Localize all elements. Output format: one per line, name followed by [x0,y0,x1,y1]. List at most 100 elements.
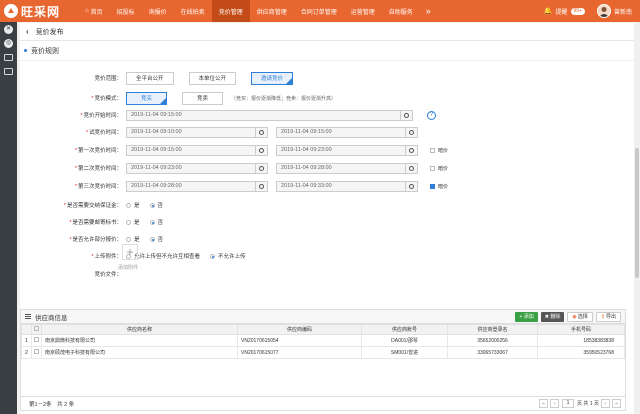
nav-more-button[interactable]: » [420,0,437,22]
scope-option-platform[interactable]: 全平台公开 [126,71,174,85]
mode-label: *竞价模式： [91,96,122,102]
round2-row: *第二次竞价时间： 2019-11-04 09:23:00 2019-11-04… [20,161,620,175]
plus-icon: + [126,245,134,259]
clock-icon[interactable] [405,181,417,191]
page-header: ‹ 竞价发布 [20,23,634,41]
bid-rule-form: 竞价范围： 全平台公开 本单位公开 邀请竞价 *竞价模式： 竞买 竞卖 （竞买：… [20,61,634,311]
clock-icon[interactable] [400,110,412,120]
rail-settings-icon[interactable]: ◎ [0,36,17,50]
round1-label: *第一次竞价时间： [74,148,122,154]
supplier-login: 35652000256 [447,334,538,347]
mail-doc-no-radio[interactable]: 否 [149,218,163,226]
add-supplier-button[interactable]: + 添加 [515,311,538,322]
last-page-icon[interactable]: » [612,399,621,408]
round3-hidden-price-checkbox[interactable]: 暗价 [430,183,448,190]
user-name[interactable]: 曾新南 [614,7,632,16]
trial-time-from-input[interactable]: 2019-11-04 09:10:00 [126,126,268,138]
upload-disallow-radio[interactable]: 不允许上传 [210,252,246,260]
scope-option-unit[interactable]: 本单位公开 [188,71,237,85]
table-row[interactable]: 1 南京鼎微科技有限公司 VN20170615054 DA001/邵琴 3565… [21,334,625,347]
trial-time-row: *试竞价时间： 2019-11-04 09:10:00 2019-11-04 0… [20,125,620,139]
page-input[interactable]: 1 [562,399,575,408]
mode-option-sell[interactable]: 竞卖 [182,91,224,105]
deposit-no-label: 否 [157,203,164,209]
round3-label-text: 第三次竞价时间： [77,184,122,190]
nav-item-home[interactable]: ⌂ 首页 [78,0,110,22]
trial-time-from-value: 2019-11-04 09:10:00 [131,129,182,135]
start-time-label-text: 竞价开始时间： [83,113,122,119]
avatar[interactable] [596,4,611,18]
round2-from-input[interactable]: 2019-11-04 09:23:00 [126,162,268,174]
scrollbar[interactable] [634,23,640,414]
deposit-row: *是否需要交纳保证金： 是 否 [20,198,620,212]
export-button[interactable]: ⇪ 导出 [595,311,621,322]
clock-icon[interactable] [255,145,267,155]
clock-icon[interactable] [255,163,267,173]
files-row: 竞价文件： [20,267,620,281]
add-attachment-button[interactable]: + [122,244,138,260]
mail-doc-row: *是否需要邮寄标书： 是 否 [20,215,620,229]
nav-item-operations[interactable]: 运营管理 [344,0,382,22]
bell-icon[interactable]: 🔔 [544,7,553,15]
row-checkbox[interactable] [31,334,42,347]
supplier-panel-header: 供应商信息 + 添加 ✖ 删除 ◉ 选择 ⇪ 导出 [21,310,625,324]
rail-close-icon[interactable]: ✕ [0,22,17,36]
clock-icon[interactable] [405,163,417,173]
help-icon[interactable]: ? [427,110,436,120]
round3-from-input[interactable]: 2019-11-04 09:28:00 [126,180,268,192]
scope-option-invite[interactable]: 邀请竞价 [251,71,294,85]
nav-item-auction[interactable]: 在线拍卖 [174,0,212,22]
clock-icon[interactable] [255,181,267,191]
clock-icon[interactable] [255,127,267,137]
nav-item-quotation[interactable]: 询报价 [142,0,174,22]
back-arrow-icon[interactable]: ‹ [26,27,29,36]
row-index: 1 [21,334,32,347]
deposit-no-radio[interactable]: 否 [149,201,164,209]
first-page-icon[interactable]: « [539,399,549,408]
select-supplier-button[interactable]: ◉ 选择 [567,311,593,322]
table-row[interactable]: 2 南京硕茂电子科技有限公司 VN20170615077 SM001/曾进 33… [21,346,625,359]
nav-item-bidding[interactable]: 招投标 [110,0,142,22]
reminder-label[interactable]: 提醒 [555,7,567,16]
next-page-icon[interactable]: › [601,399,610,408]
clock-icon[interactable] [405,127,417,137]
supplier-account: DA001/邵琴 [361,334,448,347]
round2-hidden-price-label: 暗价 [438,165,449,172]
rail-list-icon[interactable] [0,50,17,64]
partial-yes-radio[interactable]: 是 [126,235,140,243]
mail-doc-yes-radio[interactable]: 是 [126,218,140,226]
nav-item-self-service[interactable]: 自助服务 [382,0,420,22]
delete-supplier-button[interactable]: ✖ 删除 [540,311,565,322]
deposit-yes-radio[interactable]: 是 [126,201,140,209]
prev-page-icon[interactable]: ‹ [550,399,560,408]
col-supplier-name: 供应商名称 [41,324,238,335]
round2-to-input[interactable]: 2019-11-04 09:28:00 [276,162,418,174]
partial-label: *是否允许部分报价： [69,237,122,243]
partial-no-radio[interactable]: 否 [149,235,163,243]
mode-option-buy[interactable]: 竞买 [126,91,168,105]
upload-attachment-label: *上传附件： [91,254,122,260]
section-title: 竞价规则 [20,41,634,61]
supplier-panel: 供应商信息 + 添加 ✖ 删除 ◉ 选择 ⇪ 导出 供应商名称 供应商编码 供应商账… [20,309,626,411]
nav-item-bid-management[interactable]: 竞价管理 [211,0,250,22]
logo[interactable]: 旺采网 [0,0,78,22]
round1-hidden-price-label: 暗价 [438,147,449,154]
round2-hidden-price-checkbox[interactable]: 暗价 [430,165,448,172]
nav-item-supplier-management[interactable]: 供应商管理 [250,0,294,22]
scrollbar-thumb[interactable] [635,148,639,278]
nav-item-contract-orders[interactable]: 合同订单管理 [294,0,344,22]
round1-from-input[interactable]: 2019-11-04 09:15:00 [126,144,268,156]
col-select-all[interactable] [31,324,42,335]
round1-to-input[interactable]: 2019-11-04 09:23:00 [276,144,418,156]
round3-to-value: 2019-11-04 09:33:00 [281,183,332,189]
clock-icon[interactable] [405,145,417,155]
trial-time-to-input[interactable]: 2019-11-04 09:15:00 [276,126,418,138]
left-rail: ✕ ◎ [0,22,17,414]
round3-hidden-price-label: 暗价 [438,183,449,190]
rail-grid-icon[interactable] [0,64,17,78]
round1-hidden-price-checkbox[interactable]: 暗价 [430,147,448,154]
row-checkbox[interactable] [31,346,42,359]
round3-to-input[interactable]: 2019-11-04 09:33:00 [276,180,418,192]
table-footer: 第1－2条 共 2 条 « ‹ 1 页 共 1 页 › » [21,396,625,410]
start-time-input[interactable]: 2019-11-04 09:15:00 [126,109,413,121]
